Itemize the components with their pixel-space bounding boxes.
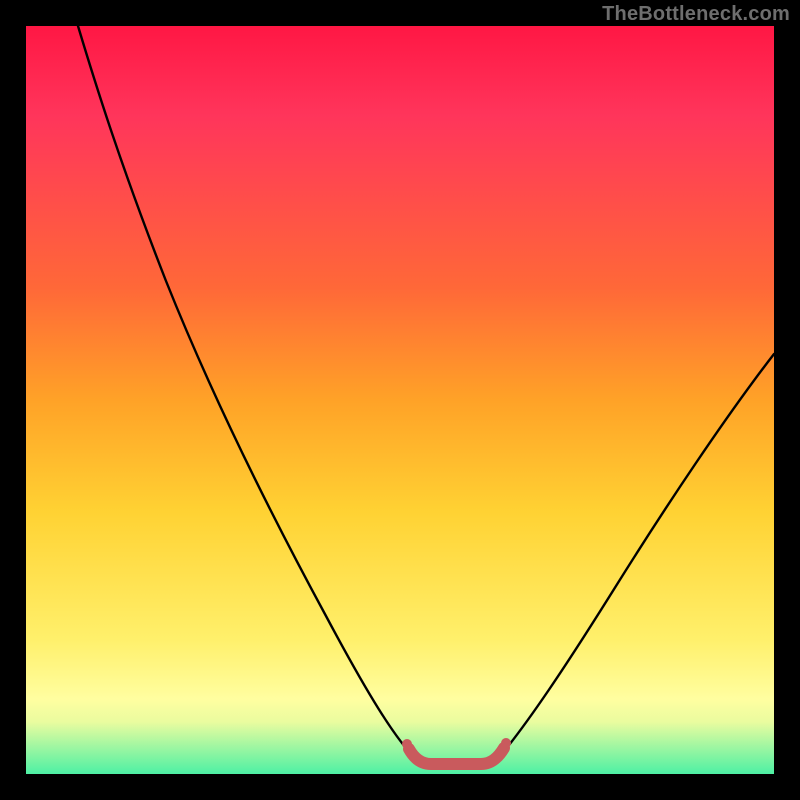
valley-marker-dots <box>402 738 511 749</box>
watermark-text: TheBottleneck.com <box>602 3 790 26</box>
curve-layer <box>26 26 774 774</box>
valley-marker <box>409 748 504 764</box>
left-curve <box>78 26 418 761</box>
gradient-plot-area <box>26 26 774 774</box>
right-curve <box>496 354 774 761</box>
